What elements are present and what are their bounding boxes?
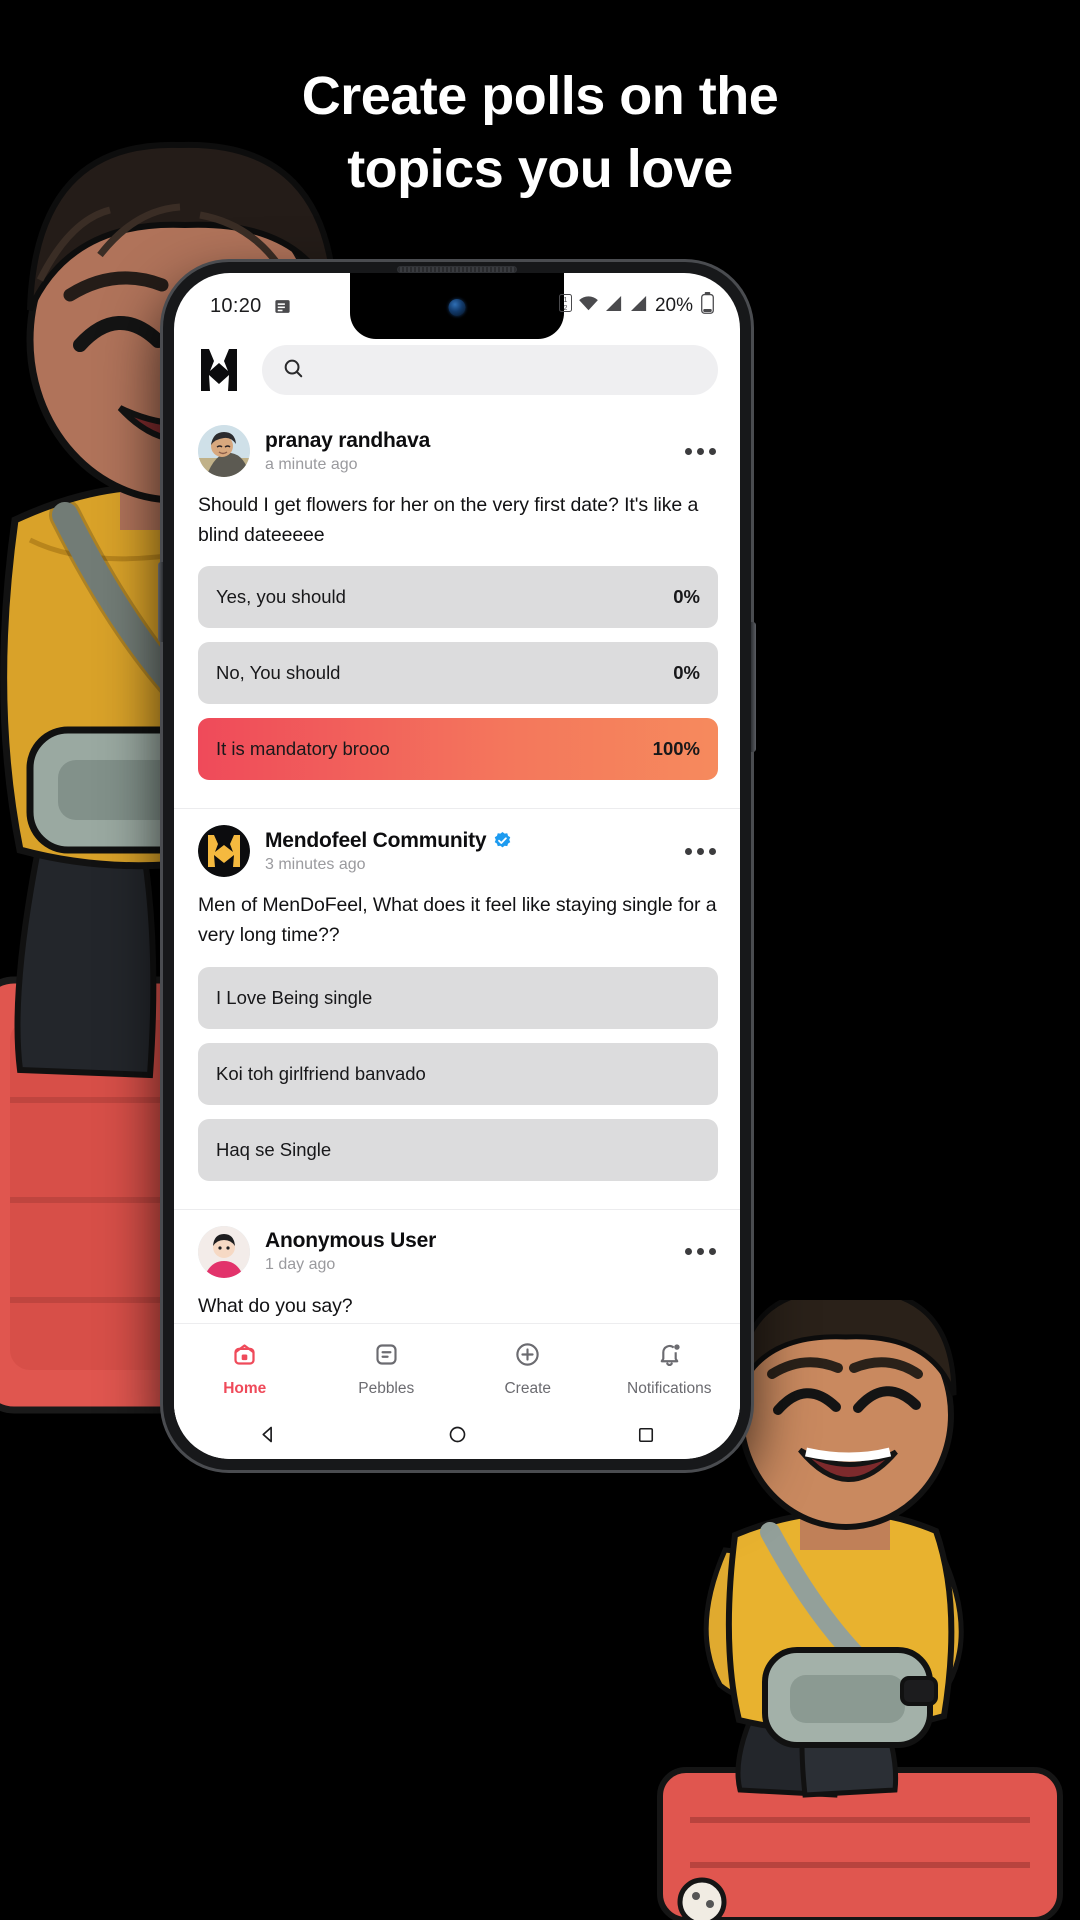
pebbles-icon bbox=[373, 1341, 400, 1373]
post-timestamp: 1 day ago bbox=[265, 1256, 336, 1273]
more-options-icon[interactable] bbox=[675, 1240, 718, 1263]
search-input[interactable] bbox=[316, 359, 698, 381]
poll-option[interactable]: Koi toh girlfriend banvado bbox=[198, 1042, 718, 1105]
post-header: pranay randhava a minute ago bbox=[198, 425, 718, 477]
home-icon bbox=[231, 1341, 258, 1373]
search-bar[interactable] bbox=[262, 345, 718, 395]
battery-icon bbox=[701, 292, 714, 320]
cellular-signal-icon bbox=[605, 295, 624, 318]
poll-option[interactable]: Yes, you should 0% bbox=[198, 566, 718, 629]
post-username: pranay randhava bbox=[265, 429, 660, 453]
phone-screen: 10:20 1 2 20% pranay randhava a minute a… bbox=[174, 273, 740, 1459]
poll-option-label: Haq se Single bbox=[216, 1138, 332, 1160]
svg-text:1: 1 bbox=[564, 297, 568, 304]
poll-option[interactable]: I Love Being single bbox=[198, 966, 718, 1029]
nav-item-notifications[interactable]: Notifications bbox=[599, 1341, 741, 1398]
phone-mockup: 10:20 1 2 20% pranay randhava a minute a… bbox=[158, 262, 756, 1470]
post-feed[interactable]: pranay randhava a minute ago Should I ge… bbox=[174, 409, 740, 1424]
post-header: Mendofeel Community 3 minutes ago bbox=[198, 825, 718, 878]
headline-line-2: topics you love bbox=[347, 138, 733, 199]
post-header: Anonymous User 1 day ago bbox=[198, 1225, 718, 1278]
status-bar-left: 10:20 bbox=[210, 295, 292, 318]
promo-headline: Create polls on the topics you love bbox=[0, 60, 1080, 206]
post-timestamp: 3 minutes ago bbox=[265, 855, 366, 873]
create-plus-icon bbox=[514, 1341, 541, 1373]
verified-badge-icon bbox=[493, 831, 512, 850]
post-username-text: pranay randhava bbox=[265, 428, 431, 452]
status-bar-clock: 10:20 bbox=[210, 294, 262, 317]
home-circle-icon[interactable] bbox=[447, 1424, 468, 1450]
poll-option[interactable]: No, You should 0% bbox=[198, 642, 718, 705]
post-username-text: Mendofeel Community bbox=[265, 828, 487, 852]
nav-item-create[interactable]: Create bbox=[457, 1341, 599, 1398]
post-author-meta: Anonymous User 1 day ago bbox=[265, 1229, 660, 1274]
svg-text:2: 2 bbox=[564, 305, 568, 312]
avatar[interactable] bbox=[198, 1225, 250, 1278]
cellular-signal-secondary-icon bbox=[630, 295, 649, 318]
nav-item-home[interactable]: Home bbox=[174, 1341, 316, 1398]
back-triangle-icon[interactable] bbox=[258, 1424, 279, 1450]
post-username-text: Anonymous User bbox=[265, 1229, 437, 1252]
wifi-icon bbox=[578, 295, 599, 318]
post-text: Men of MenDoFeel, What does it feel like… bbox=[198, 894, 717, 946]
mendofeel-logo-icon[interactable] bbox=[198, 347, 242, 393]
avatar[interactable] bbox=[198, 825, 250, 878]
sim-card-icon: 1 2 bbox=[558, 294, 572, 318]
more-options-icon[interactable] bbox=[675, 440, 718, 463]
promo-screenshot: Create polls on the topics you love 10:2… bbox=[0, 0, 1080, 1920]
poll-option-selected[interactable]: It is mandatory brooo 100% bbox=[198, 718, 718, 781]
nav-label-home: Home bbox=[223, 1380, 267, 1397]
bottom-navigation-bar: Home Pebbles Create Notifications bbox=[174, 1323, 740, 1415]
search-icon bbox=[282, 357, 304, 384]
more-options-icon[interactable] bbox=[675, 840, 718, 863]
phone-earpiece-speaker bbox=[397, 266, 517, 273]
nav-item-pebbles[interactable]: Pebbles bbox=[316, 1341, 458, 1398]
post-text: Should I get flowers for her on the very… bbox=[198, 494, 699, 546]
post-author-meta: pranay randhava a minute ago bbox=[265, 429, 660, 474]
battery-percentage: 20% bbox=[654, 295, 693, 316]
poll-option-label: It is mandatory brooo bbox=[216, 738, 390, 760]
post-card[interactable]: pranay randhava a minute ago Should I ge… bbox=[174, 409, 740, 810]
nav-label-create: Create bbox=[504, 1380, 552, 1397]
poll-option-label: No, You should bbox=[216, 662, 341, 684]
poll-option[interactable]: Haq se Single bbox=[198, 1118, 718, 1181]
poll-option-label: Yes, you should bbox=[216, 586, 346, 608]
nav-label-pebbles: Pebbles bbox=[358, 1380, 415, 1397]
post-card[interactable]: Mendofeel Community 3 minutes ago Men of… bbox=[174, 809, 740, 1210]
poll-option-percent: 0% bbox=[673, 586, 700, 608]
poll-option-percent: 0% bbox=[673, 662, 700, 684]
news-icon bbox=[273, 297, 292, 316]
app-header bbox=[174, 329, 740, 409]
status-bar-right: 1 2 20% bbox=[558, 292, 714, 320]
post-author-meta: Mendofeel Community 3 minutes ago bbox=[265, 829, 660, 874]
nav-label-notifications: Notifications bbox=[627, 1380, 712, 1397]
post-username: Mendofeel Community bbox=[265, 829, 660, 853]
post-text: What do you say? bbox=[198, 1294, 353, 1317]
notifications-icon bbox=[656, 1341, 683, 1373]
avatar[interactable] bbox=[198, 425, 250, 477]
poll-option-percent: 100% bbox=[652, 738, 700, 760]
post-username: Anonymous User bbox=[265, 1229, 660, 1253]
recents-square-icon[interactable] bbox=[636, 1425, 656, 1450]
poll-option-label: I Love Being single bbox=[216, 986, 373, 1008]
headline-line-1: Create polls on the bbox=[301, 66, 779, 126]
poll-option-label: Koi toh girlfriend banvado bbox=[216, 1062, 426, 1084]
status-bar: 10:20 1 2 20% bbox=[174, 273, 740, 329]
android-system-nav bbox=[174, 1415, 740, 1459]
post-timestamp: a minute ago bbox=[265, 455, 358, 473]
